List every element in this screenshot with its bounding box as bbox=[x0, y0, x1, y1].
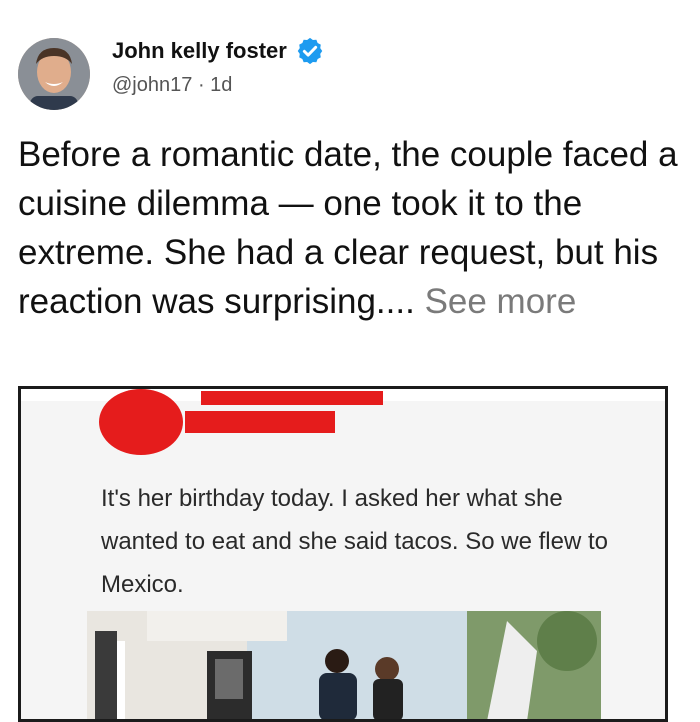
separator: · bbox=[197, 74, 205, 96]
handle-row: @john17 · 1d bbox=[112, 74, 232, 97]
post-text: Before a romantic date, the couple faced… bbox=[18, 130, 688, 326]
quoted-post-text: It's her birthday today. I asked her wha… bbox=[101, 485, 608, 598]
post-header: John kelly foster @john17 · 1d bbox=[0, 0, 700, 120]
redacted-avatar bbox=[99, 389, 183, 455]
avatar[interactable] bbox=[18, 38, 90, 110]
name-row: John kelly foster bbox=[112, 36, 325, 66]
verified-badge-icon bbox=[297, 37, 323, 65]
redacted-name bbox=[201, 391, 383, 405]
handle[interactable]: @john17 bbox=[112, 74, 192, 96]
couple-photo bbox=[87, 611, 601, 719]
post-body: Before a romantic date, the couple faced… bbox=[18, 135, 678, 321]
embedded-screenshot[interactable]: It's her birthday today. I asked her wha… bbox=[18, 386, 668, 722]
post-age[interactable]: 1d bbox=[210, 74, 232, 96]
redacted-handle bbox=[185, 411, 335, 433]
avatar-photo bbox=[18, 38, 90, 110]
see-more-link[interactable]: See more bbox=[425, 282, 577, 321]
display-name[interactable]: John kelly foster bbox=[112, 38, 287, 64]
embedded-photo bbox=[87, 611, 601, 719]
